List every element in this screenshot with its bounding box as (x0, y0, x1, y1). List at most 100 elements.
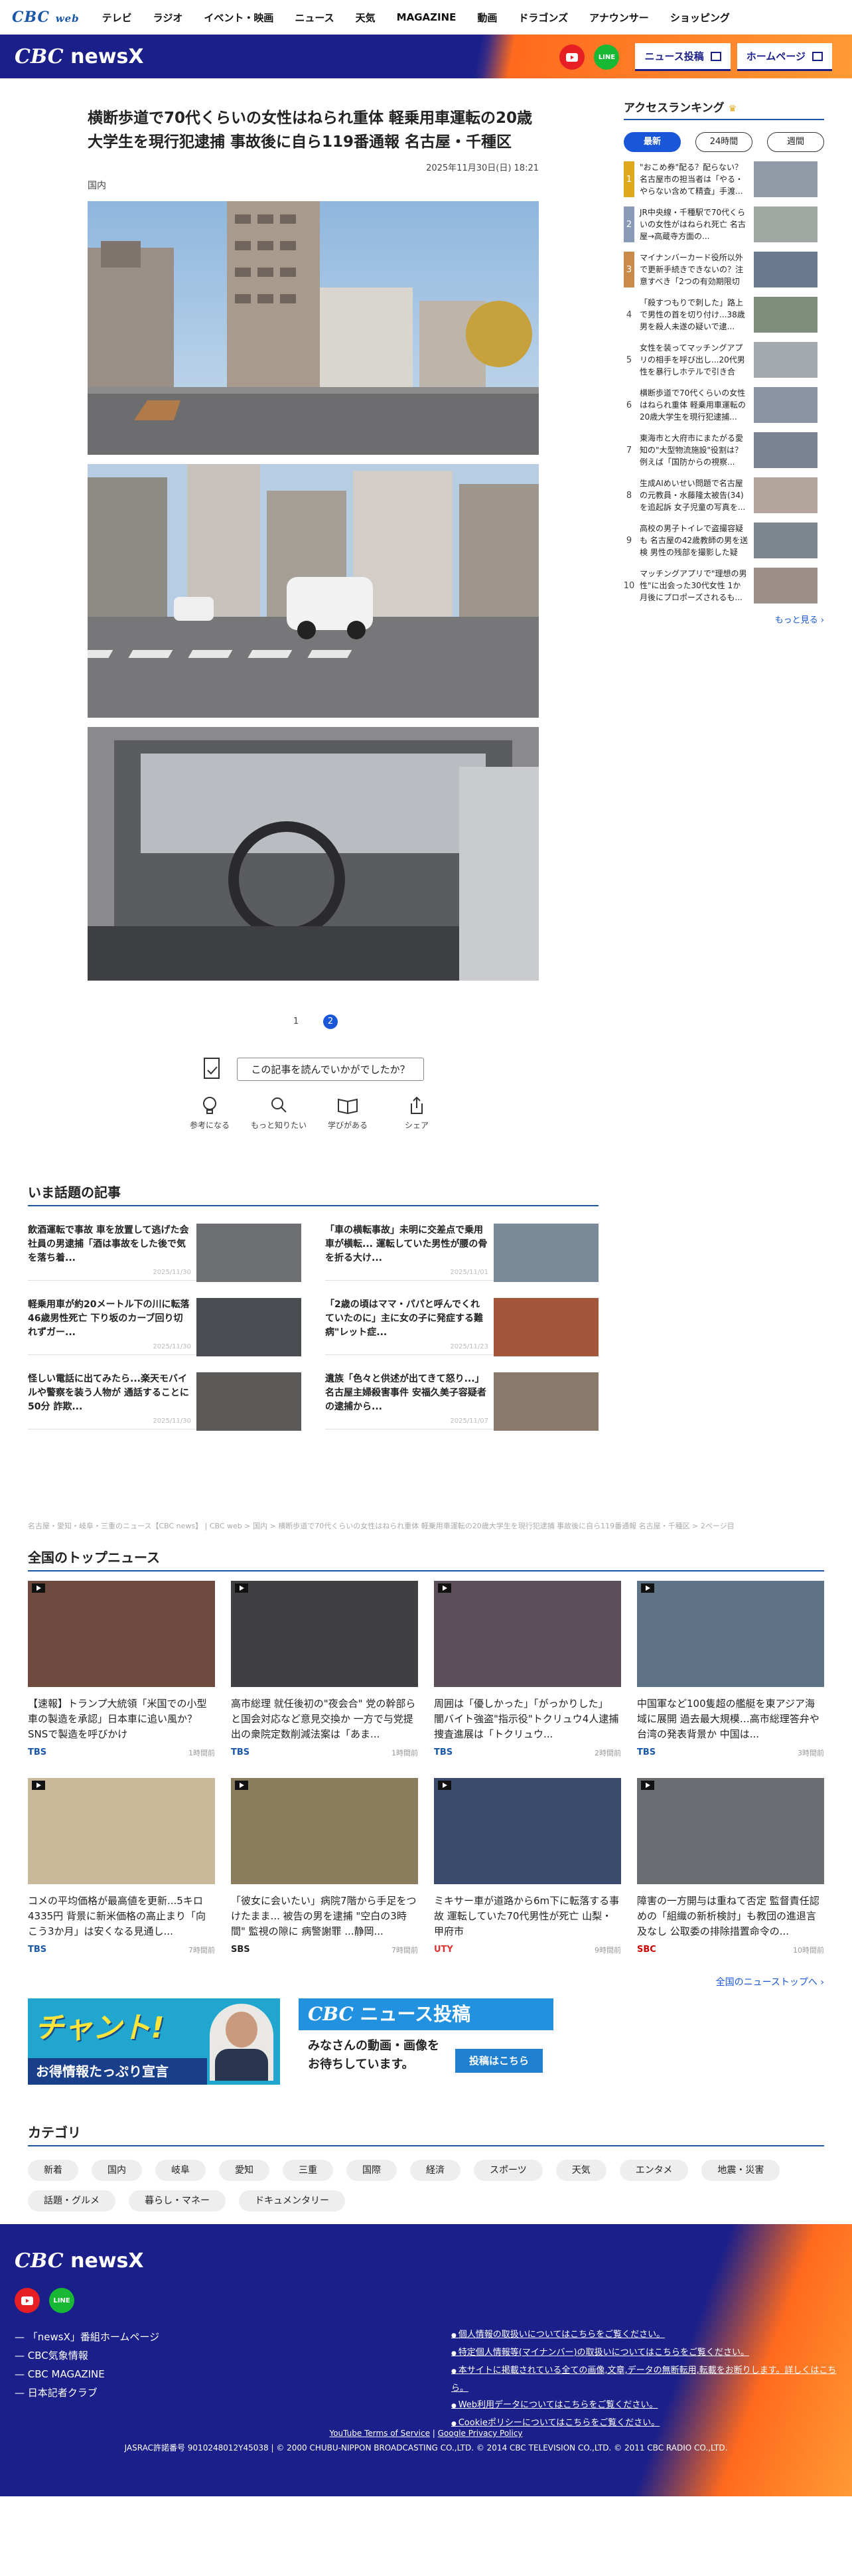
category-chip[interactable]: ドキュメンタリー (239, 2190, 345, 2212)
tab-24h[interactable]: 24時間 (695, 132, 752, 152)
nav-radio[interactable]: ラジオ (153, 11, 183, 25)
homepage-button[interactable]: ホームページ (737, 43, 832, 71)
ranking-thumbnail (754, 161, 817, 197)
nav-announcer[interactable]: アナウンサー (589, 11, 649, 25)
policy-privacy[interactable]: 個人情報の取扱いについてはこちらをご覧ください。 (451, 2326, 852, 2344)
page-1-link[interactable]: 1 (289, 1014, 303, 1029)
national-news-card[interactable]: 周囲は「優しかった」「がっかりした」 闇バイト強盗"指示役"トクリュウ4人逮捕 … (434, 1581, 621, 1758)
reaction-learned[interactable]: 学びがある (313, 1095, 382, 1131)
cbc-web-logo[interactable]: CBC web (12, 9, 80, 26)
trending-headline-text: 遺族「色々と供述が出てきて怒り...」名古屋主婦殺害事件 安福久美子容疑者の逮捕… (325, 1374, 486, 1412)
category-chip[interactable]: 三重 (283, 2160, 333, 2181)
tab-latest[interactable]: 最新 (624, 132, 681, 152)
policy-mynumber[interactable]: 特定個人情報等(マイナンバー)の取扱いについてはこちらをご覧ください。 (451, 2344, 852, 2362)
category-chip[interactable]: 国際 (346, 2160, 397, 2181)
national-news-thumbnail (637, 1581, 824, 1687)
ranking-item[interactable]: 8 生成AIめいせい問題で名古屋の元教員・水藤隆太被告(34)を追起訴 女子児童の… (624, 477, 824, 513)
category-chip[interactable]: スポーツ (474, 2160, 543, 2181)
policy-web-data[interactable]: Web利用データについてはこちらをご覧ください。 (451, 2397, 852, 2415)
ranking-item[interactable]: 9 高校の男子トイレで盗撮容疑も 名古屋の42歳教師の男を送検 男性の残部を撮影し… (624, 523, 824, 558)
news-post-button[interactable]: ニュース投稿 (635, 43, 731, 71)
news-time: 10時間前 (793, 1946, 824, 1955)
news-post-banner[interactable]: CBC ニュース投稿 みなさんの動画・画像を お待ちしています。 投稿はこちら (299, 1998, 553, 2085)
national-news-card[interactable]: 【速報】トランプ大統領「米国での小型車の製造を承認」日本車に追い風か？ SNSで… (28, 1581, 215, 1758)
nav-news[interactable]: ニュース (295, 11, 334, 25)
ranking-item[interactable]: 5 女性を装ってマッチングアプリの相手を呼び出し...20代男性を暴行しホテルで引… (624, 342, 824, 378)
reaction-want-more[interactable]: もっと知りたい (244, 1095, 313, 1131)
trending-headline: 遺族「色々と供述が出てきて怒り...」名古屋主婦殺害事件 安福久美子容疑者の逮捕… (325, 1372, 488, 1415)
trending-item[interactable]: 「車の横転事故」未明に交差点で乗用車が横転... 運転していた男性が腰の骨を折る… (325, 1206, 599, 1282)
category-chip[interactable]: 経済 (410, 2160, 461, 2181)
ranking-number: 10 (623, 580, 635, 591)
news-post-banner-button[interactable]: 投稿はこちら (455, 2049, 543, 2073)
national-news-card[interactable]: 「彼女に会いたい」病院7階から手足をつけたまま... 被告の男を逮捕 "空白の3… (231, 1778, 418, 1955)
ranking-item[interactable]: 7 東海市と大府市にまたがる愛知の"大型物流施設"役割は？例えば「国防からの視察.… (624, 432, 824, 468)
trending-item[interactable]: 軽乗用車が約20メートル下の川に転落 46歳男性死亡 下り坂のカーブ回り切れずガ… (28, 1281, 301, 1356)
nav-tv[interactable]: テレビ (102, 11, 132, 25)
reaction-share[interactable]: シェア (382, 1095, 451, 1131)
category-chip[interactable]: 話題・グルメ (28, 2190, 115, 2212)
ranking-thumbnail (754, 252, 817, 287)
breadcrumb[interactable]: 名古屋・愛知・岐阜・三重のニュース【CBC news】 | CBC web > … (28, 1520, 837, 1531)
ranking-number: 6 (626, 400, 632, 410)
crown-icon: ♛ (728, 104, 737, 114)
ranking-item[interactable]: 2 JR中央線・千種駅で70代くらいの女性がはねられ死亡 名古屋→高蔵寺方面の..… (624, 206, 824, 242)
youtube-terms-link[interactable]: YouTube Terms of Service (329, 2429, 430, 2438)
ranking-item[interactable]: 1 "おこめ券"配る？配らない？名古屋市の担当者は「やる・やらない含めて精査」手渡… (624, 161, 824, 197)
trending-thumbnail (196, 1372, 301, 1431)
nav-magazine[interactable]: MAGAZINE (397, 11, 457, 23)
chant-banner[interactable]: チャント! お得情報たっぷり宣言 (28, 1998, 280, 2085)
ranking-item[interactable]: 6 横断歩道で70代くらいの女性はねられ重体 軽乗用車運転の20歳大学生を現行犯逮… (624, 387, 824, 423)
trending-item[interactable]: 「2歳の頃はママ・パパと呼んでくれていたのに」主に女の子に発症する難病"レット症… (325, 1281, 599, 1356)
category-chip[interactable]: 岐阜 (155, 2160, 206, 2181)
category-chip[interactable]: エンタメ (619, 2160, 689, 2181)
ranking-item[interactable]: 3 マイナンバーカード役所以外で更新手続きできないの？注意すべき「2つの有効期限切… (624, 252, 824, 287)
category-chip[interactable]: 新着 (28, 2160, 78, 2181)
youtube-icon[interactable] (559, 44, 585, 70)
footer-link-weather[interactable]: CBC気象情報 (15, 2346, 159, 2365)
nav-weather[interactable]: 天気 (356, 11, 376, 25)
national-news-card[interactable]: コメの平均価格が最高値を更新...5キロ4335円 背景に新米価格の高止まり「向… (28, 1778, 215, 1955)
ranking-item[interactable]: 10 マッチングアプリで"理想の男性"に出会った30代女性 1か月後にプロポーズさ… (624, 568, 824, 604)
national-news-card[interactable]: 障害の一方開与は重ねて否定 監督責任認めの「組織の新析検討」も教団の進退言及なし… (637, 1778, 824, 1955)
news-source: SBC (637, 1945, 656, 1955)
trending-thumbnail (494, 1298, 599, 1356)
category-chip[interactable]: 地震・災害 (701, 2160, 780, 2181)
reaction-helpful[interactable]: 参考になる (175, 1095, 244, 1131)
ranking-number: 5 (626, 355, 632, 365)
footer-link-magazine[interactable]: CBC MAGAZINE (15, 2365, 159, 2383)
nav-shopping[interactable]: ショッピング (670, 11, 730, 25)
national-news-card[interactable]: 中国軍など100隻超の艦艇を東アジア海域に展開 過去最大規模…高市総理答弁や台湾… (637, 1581, 824, 1758)
news-source: TBS (434, 1747, 453, 1757)
footer-logo[interactable]: CBC newsX (15, 2249, 144, 2273)
tab-weekly[interactable]: 週間 (767, 132, 824, 152)
ranking-more-link[interactable]: もっと見る › (624, 613, 824, 625)
nav-dragons[interactable]: ドラゴンズ (518, 11, 568, 25)
line-icon[interactable]: LINE (594, 44, 620, 70)
cbc-newsx-logo[interactable]: CBC newsX (15, 45, 144, 68)
nav-video[interactable]: 動画 (477, 11, 497, 25)
page-2-link[interactable]: 2 (323, 1014, 338, 1029)
ranking-headline: 女性を装ってマッチングアプリの相手を呼び出し...20代男性を暴行しホテルで引き… (640, 343, 745, 376)
trending-item[interactable]: 飲酒運転で事故 車を放置して逃げた会社員の男逮捕「酒は事故をした後で気を落ち着.… (28, 1206, 301, 1282)
footer-link-press-club[interactable]: 日本記者クラブ (15, 2383, 159, 2402)
article: 横断歩道で70代くらいの女性はねられ重体 軽乗用車運転の20歳大学生を現行犯逮捕… (88, 106, 539, 981)
national-news-thumbnail (231, 1581, 418, 1687)
category-chip[interactable]: 国内 (92, 2160, 142, 2181)
nav-events[interactable]: イベント・映画 (204, 11, 273, 25)
footer-link-newsx-home[interactable]: 「newsX」番組ホームページ (15, 2328, 159, 2346)
youtube-icon[interactable] (15, 2288, 40, 2313)
policy-copyright[interactable]: 本サイトに掲載されている全ての画像,文章,データの無断転用,転載をお断りします。… (451, 2362, 852, 2397)
national-news-card[interactable]: ミキサー車が道路から6m下に転落する事故 運転していた70代男性が死亡 山梨・甲… (434, 1778, 621, 1955)
category-chip[interactable]: 愛知 (219, 2160, 269, 2181)
trending-item[interactable]: 遺族「色々と供述が出てきて怒り...」名古屋主婦殺害事件 安福久美子容疑者の逮捕… (325, 1355, 599, 1431)
ranking-item[interactable]: 4 「殺すつもりで刺した」路上で男性の首を切り付け...38歳男を殺人未遂の疑いで… (624, 297, 824, 333)
category-chip[interactable]: 暮らし・マネー (129, 2190, 226, 2212)
category-chip[interactable]: 天気 (555, 2160, 606, 2181)
line-icon[interactable]: LINE (49, 2288, 74, 2313)
national-news-card[interactable]: 高市総理 就任後初の"夜会合" 党の幹部らと国会対応など意見交換か 一方で与党提… (231, 1581, 418, 1758)
national-more-link[interactable]: 全国のニューストップへ › (28, 1975, 824, 1988)
national-news-headline: 中国軍など100隻超の艦艇を東アジア海域に展開 過去最大規模…高市総理答弁や台湾… (637, 1698, 819, 1740)
google-privacy-link[interactable]: Google Privacy Policy (438, 2429, 523, 2438)
trending-item[interactable]: 怪しい電話に出てみたら...楽天モバイルや警察を装う人物が 通話することに50分… (28, 1355, 301, 1431)
